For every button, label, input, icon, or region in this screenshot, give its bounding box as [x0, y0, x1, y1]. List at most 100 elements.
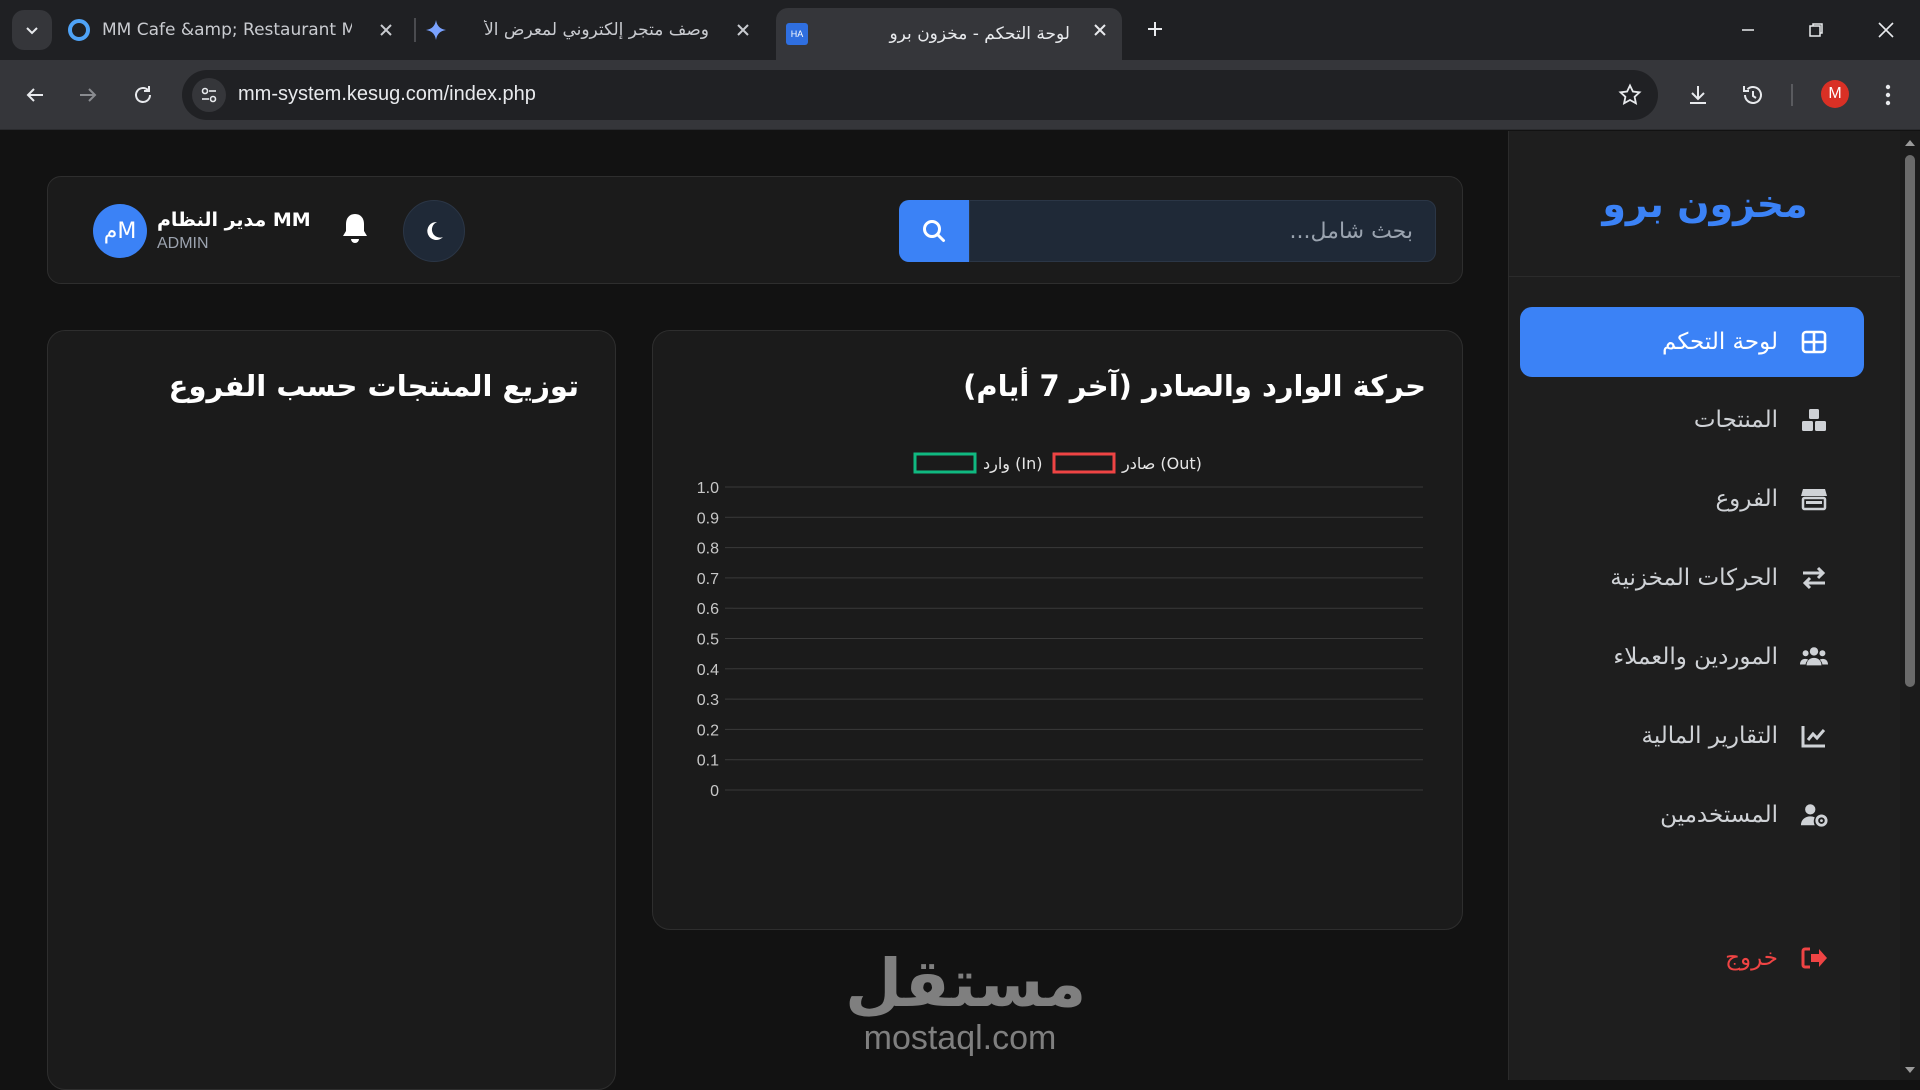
reload-icon [135, 86, 151, 103]
y-tick-label: 0.2 [697, 722, 719, 739]
y-tick-label: 0.8 [697, 541, 719, 558]
sidebar-item-branches[interactable]: الفروع [1520, 464, 1864, 534]
sidebar-item-label: المنتجات [1693, 407, 1778, 433]
branches-card-title: توزيع المنتجات حسب الفروع [168, 369, 579, 403]
theme-toggle-button[interactable] [403, 200, 465, 262]
address-bar[interactable]: mm-system.kesug.com/index.php [182, 70, 1658, 120]
users-icon [1800, 643, 1828, 671]
ha-icon: HA [786, 23, 808, 45]
circle-logo-icon [68, 19, 90, 41]
site-info-icon[interactable] [192, 78, 226, 112]
sidebar-item-label: الفروع [1715, 486, 1778, 512]
close-window-button[interactable] [1868, 12, 1904, 48]
user-name: مدير النظام MM [157, 209, 311, 231]
movement-chart: 1.0 0.9 0.8 0.7 0.6 0.5 0.4 0.3 0.2 0.1 0 وارد (In)… [697, 452, 1423, 800]
chevron-down-icon [26, 27, 38, 35]
arrow-left-icon [26, 88, 43, 102]
line-chart-icon [1800, 722, 1828, 750]
browser-tab-bar: MM Cafe &amp; Restaurant Ma وصف متجر إلك… [0, 0, 1920, 60]
mostaql-watermark: مستقل mostaql.com [845, 949, 1086, 1058]
y-tick-label: 0.4 [697, 662, 719, 679]
reload-button[interactable] [123, 75, 163, 115]
user-profile[interactable]: مM مدير النظام MM ADMIN [93, 203, 311, 259]
scrollbar-thumb[interactable] [1905, 155, 1915, 687]
bookmark-star-icon[interactable] [1616, 81, 1644, 109]
browser-tab-2[interactable]: وصف متجر إلكتروني لمعرض الأ [425, 8, 765, 52]
y-tick-label: 1.0 [697, 480, 719, 497]
scroll-up-icon[interactable] [1904, 137, 1916, 149]
y-tick-label: 0.7 [697, 571, 719, 588]
movement-chart-card: حركة الوارد والصادر (آخر 7 أيام) 1.0 0.9 0… [652, 330, 1463, 930]
sidebar-item-products[interactable]: المنتجات [1520, 385, 1864, 455]
browser-tab-active[interactable]: HA لوحة التحكم - مخزون برو [776, 8, 1122, 60]
kebab-menu-icon [1885, 84, 1891, 106]
download-icon [1690, 86, 1706, 104]
user-info: مدير النظام MM ADMIN [157, 209, 311, 253]
url-text[interactable]: mm-system.kesug.com/index.php [238, 83, 536, 106]
search-icon [923, 220, 945, 242]
boxes-icon [1800, 406, 1828, 434]
sidebar-item-users[interactable]: المستخدمين [1520, 780, 1864, 850]
page-scrollbar[interactable] [1900, 131, 1920, 1080]
sidebar-item-suppliers-customers[interactable]: الموردين والعملاء [1520, 622, 1864, 692]
close-tab-icon[interactable] [1090, 20, 1110, 40]
browser-menu-button[interactable] [1868, 75, 1908, 115]
browser-tab-1[interactable]: MM Cafe &amp; Restaurant Ma [68, 8, 408, 52]
tab-search-button[interactable] [12, 10, 52, 50]
minimize-icon [1742, 29, 1754, 31]
sidebar-item-dashboard[interactable]: لوحة التحكم [1520, 307, 1864, 377]
users-gear-icon [1800, 801, 1828, 829]
tab-separator [414, 18, 416, 42]
watermark-english: mostaql.com [863, 1019, 1057, 1057]
sidebar-item-financial-reports[interactable]: التقارير المالية [1520, 701, 1864, 771]
new-tab-button[interactable] [1138, 12, 1172, 46]
store-icon [1800, 485, 1828, 513]
close-tab-icon[interactable] [733, 20, 753, 40]
branches-distribution-card: توزيع المنتجات حسب الفروع [47, 330, 616, 1090]
page-content: مM مدير النظام MM ADMIN حركة الوارد والص… [0, 131, 1920, 1090]
search-input[interactable] [969, 200, 1436, 262]
back-button[interactable] [15, 75, 55, 115]
search-button[interactable] [899, 200, 969, 262]
forward-button[interactable] [68, 75, 108, 115]
brand-logo[interactable]: مخزون برو [1509, 131, 1901, 277]
y-tick-label: 0.1 [697, 753, 719, 770]
sidebar-item-label: الحركات المخزنية [1610, 565, 1778, 591]
arrow-right-icon [80, 88, 97, 102]
logout-button[interactable]: خروج [1520, 923, 1864, 993]
sidebar-item-stock-movements[interactable]: الحركات المخزنية [1520, 543, 1864, 613]
y-tick-label: 0.5 [697, 632, 719, 649]
y-tick-label: 0.6 [697, 601, 719, 618]
scroll-down-icon[interactable] [1904, 1064, 1916, 1076]
bell-icon [343, 214, 367, 243]
gemini-icon [426, 20, 446, 40]
downloads-button[interactable] [1678, 75, 1718, 115]
tab-title: وصف متجر إلكتروني لمعرض الأ [484, 20, 709, 40]
global-search [899, 200, 1466, 262]
y-tick-label: 0.3 [697, 692, 719, 709]
exchange-arrows-icon [1800, 564, 1828, 592]
top-header: مM مدير النظام MM ADMIN [47, 176, 1463, 284]
restore-button[interactable] [1798, 12, 1834, 48]
minimize-button[interactable] [1730, 12, 1766, 48]
legend-label[interactable]: صادر (Out) [1121, 454, 1202, 474]
history-icon [1743, 86, 1762, 104]
history-button[interactable] [1733, 75, 1773, 115]
legend-swatch[interactable] [913, 452, 977, 474]
avatar: مM [93, 204, 147, 258]
restore-icon [1809, 23, 1823, 37]
sidebar-item-label: لوحة التحكم [1662, 329, 1778, 355]
notifications-button[interactable] [337, 209, 373, 249]
tab-title: لوحة التحكم - مخزون برو [889, 24, 1070, 44]
sidebar: مخزون برو لوحة التحكم المنتجات الفروع ال… [1508, 131, 1901, 1080]
logout-label: خروج [1725, 945, 1778, 971]
y-tick-label: 0 [710, 783, 719, 800]
y-tick-label: 0.9 [697, 510, 719, 527]
legend-swatch[interactable] [1052, 452, 1116, 474]
profile-avatar[interactable]: M [1821, 80, 1849, 108]
dashboard-grid-icon [1800, 328, 1828, 356]
close-tab-icon[interactable] [376, 20, 396, 40]
close-icon [1878, 22, 1894, 38]
legend-label[interactable]: وارد (In) [983, 454, 1042, 474]
browser-toolbar: mm-system.kesug.com/index.php [0, 60, 1920, 130]
